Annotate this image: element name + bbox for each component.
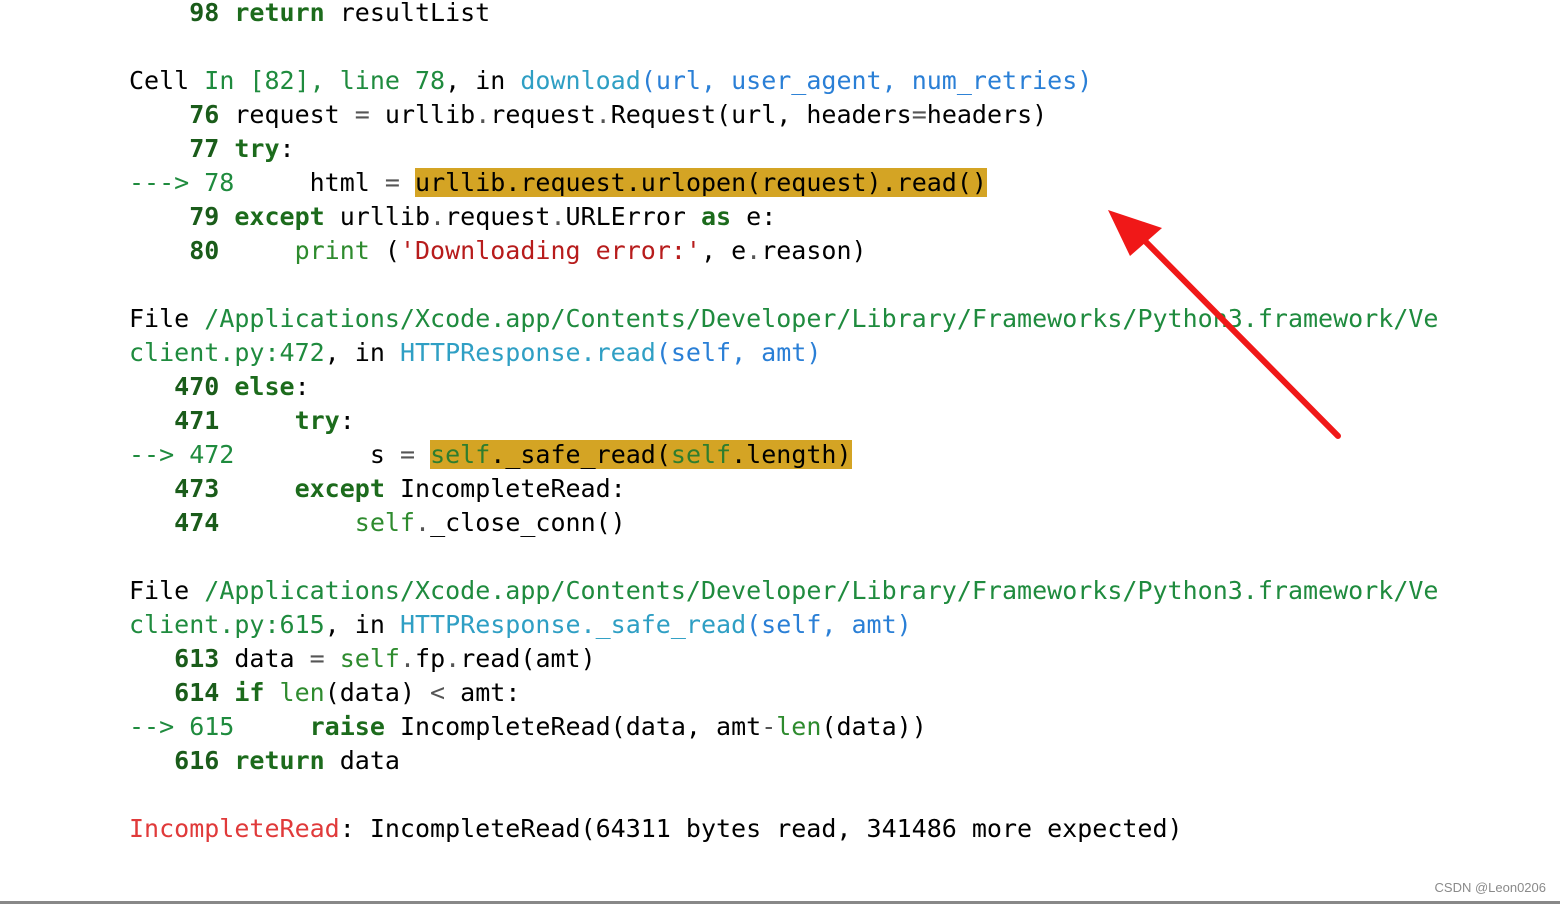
arrow-shaft (1137, 233, 1341, 439)
watermark-text: CSDN @Leon0206 (1434, 880, 1546, 895)
red-arrow-annotation (1108, 210, 1341, 439)
